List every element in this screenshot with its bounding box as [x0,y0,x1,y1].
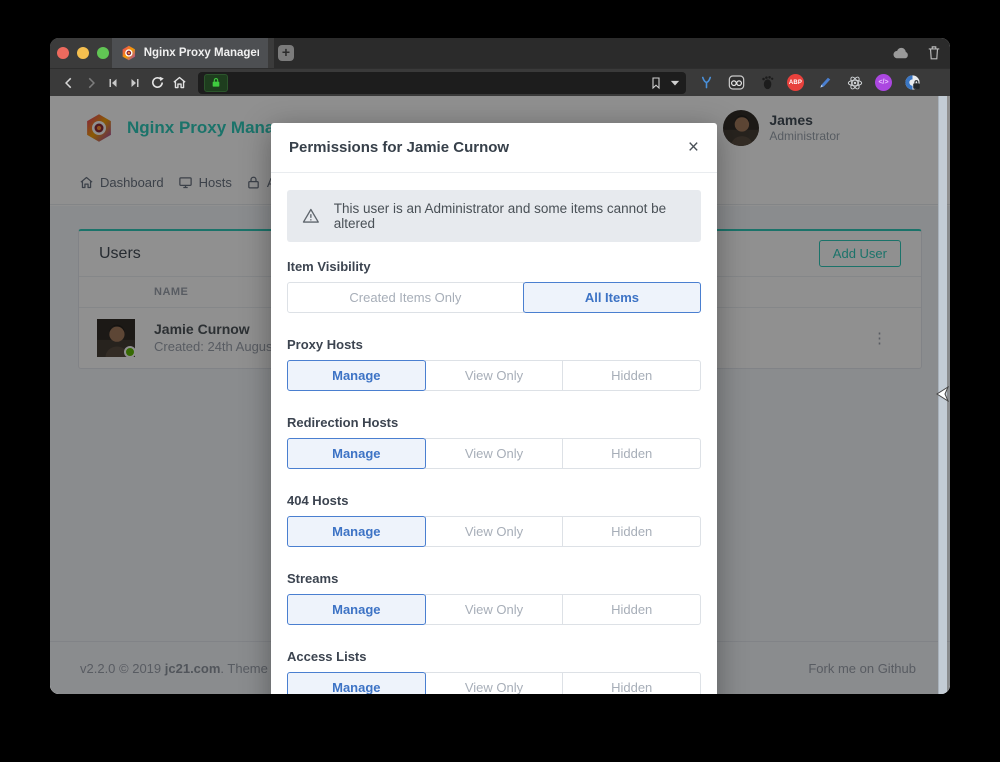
zoom-window-button[interactable] [97,47,109,59]
option-view-only[interactable]: View Only [425,672,564,694]
minimize-window-button[interactable] [77,47,89,59]
skip-end-icon[interactable] [124,72,146,94]
tab-bar-right [892,38,950,68]
segmented-control: ManageView OnlyHidden [287,516,701,547]
wishbone-extension-icon[interactable] [697,73,716,92]
page-viewport: Nginx Proxy Manager James Administrator … [50,96,950,694]
permission-group: Redirection Hosts ManageView OnlyHidden [287,415,701,469]
privacy-clock-extension-icon[interactable] [903,73,922,92]
browser-toolbar: ABP </> [50,68,950,96]
option-manage[interactable]: Manage [287,516,426,547]
window-controls [57,47,109,59]
segmented-control: ManageView OnlyHidden [287,360,701,391]
option-view-only[interactable]: View Only [425,360,564,391]
option-hidden[interactable]: Hidden [562,438,701,469]
option-manage[interactable]: Manage [287,672,426,694]
atom-extension-icon[interactable] [845,73,864,92]
option-view-only[interactable]: View Only [425,516,564,547]
permission-group: Streams ManageView OnlyHidden [287,571,701,625]
caret-down-icon[interactable] [670,79,680,87]
option-all-items[interactable]: All Items [523,282,701,313]
warning-triangle-icon [302,207,320,225]
option-manage[interactable]: Manage [287,594,426,625]
tab-title: Nginx Proxy Manager [144,47,259,59]
option-hidden[interactable]: Hidden [562,594,701,625]
group-label: Proxy Hosts [287,337,701,352]
modal-title: Permissions for Jamie Curnow [289,139,509,156]
forward-icon[interactable] [80,72,102,94]
group-label: 404 Hosts [287,493,701,508]
modal-groups: Item Visibility Created Items OnlyAll Ite… [287,259,701,694]
close-icon[interactable]: × [688,138,699,157]
skip-start-icon[interactable] [102,72,124,94]
back-icon[interactable] [58,72,80,94]
segmented-control: ManageView OnlyHidden [287,594,701,625]
segmented-control: ManageView OnlyHidden [287,672,701,694]
modal-body: This user is an Administrator and some i… [271,173,717,694]
permission-group: 404 Hosts ManageView OnlyHidden [287,493,701,547]
group-label: Redirection Hosts [287,415,701,430]
gnome-foot-extension-icon[interactable] [757,73,776,92]
admin-alert: This user is an Administrator and some i… [287,190,701,242]
browser-window: Nginx Proxy Manager + [50,38,950,694]
cloud-icon[interactable] [892,46,910,60]
modal-header: Permissions for Jamie Curnow × [271,123,717,173]
option-hidden[interactable]: Hidden [562,672,701,694]
segmented-control: ManageView OnlyHidden [287,438,701,469]
permissions-modal: Permissions for Jamie Curnow × This user… [271,123,717,694]
permission-group: Proxy Hosts ManageView OnlyHidden [287,337,701,391]
purple-extension-icon[interactable]: </> [875,74,892,91]
permission-group: Access Lists ManageView OnlyHidden [287,649,701,694]
option-created-items-only[interactable]: Created Items Only [287,282,524,313]
option-hidden[interactable]: Hidden [562,360,701,391]
browser-tab[interactable]: Nginx Proxy Manager [112,38,268,68]
adblock-plus-icon[interactable]: ABP [787,74,804,91]
extension-icons: ABP </> [697,73,922,92]
home-icon[interactable] [168,72,190,94]
reload-icon[interactable] [146,72,168,94]
npm-favicon-icon [121,45,137,61]
address-bar[interactable] [198,72,686,94]
group-label: Item Visibility [287,259,701,274]
close-window-button[interactable] [57,47,69,59]
pen-extension-icon[interactable] [815,73,834,92]
tab-bar-left: Nginx Proxy Manager + [50,38,274,68]
mouse-cursor [936,386,949,402]
admin-alert-text: This user is an Administrator and some i… [334,201,686,231]
option-view-only[interactable]: View Only [425,594,564,625]
browser-tab-bar: Nginx Proxy Manager + [50,38,950,68]
option-view-only[interactable]: View Only [425,438,564,469]
option-hidden[interactable]: Hidden [562,516,701,547]
segmented-control: Created Items OnlyAll Items [287,282,701,313]
trash-icon[interactable] [927,45,941,61]
group-label: Access Lists [287,649,701,664]
option-manage[interactable]: Manage [287,438,426,469]
bookmark-icon[interactable] [650,76,662,90]
permission-group: Item Visibility Created Items OnlyAll Ite… [287,259,701,313]
option-manage[interactable]: Manage [287,360,426,391]
group-label: Streams [287,571,701,586]
new-tab-button[interactable]: + [278,45,294,61]
https-lock-icon[interactable] [204,74,228,92]
containers-extension-icon[interactable] [727,73,746,92]
